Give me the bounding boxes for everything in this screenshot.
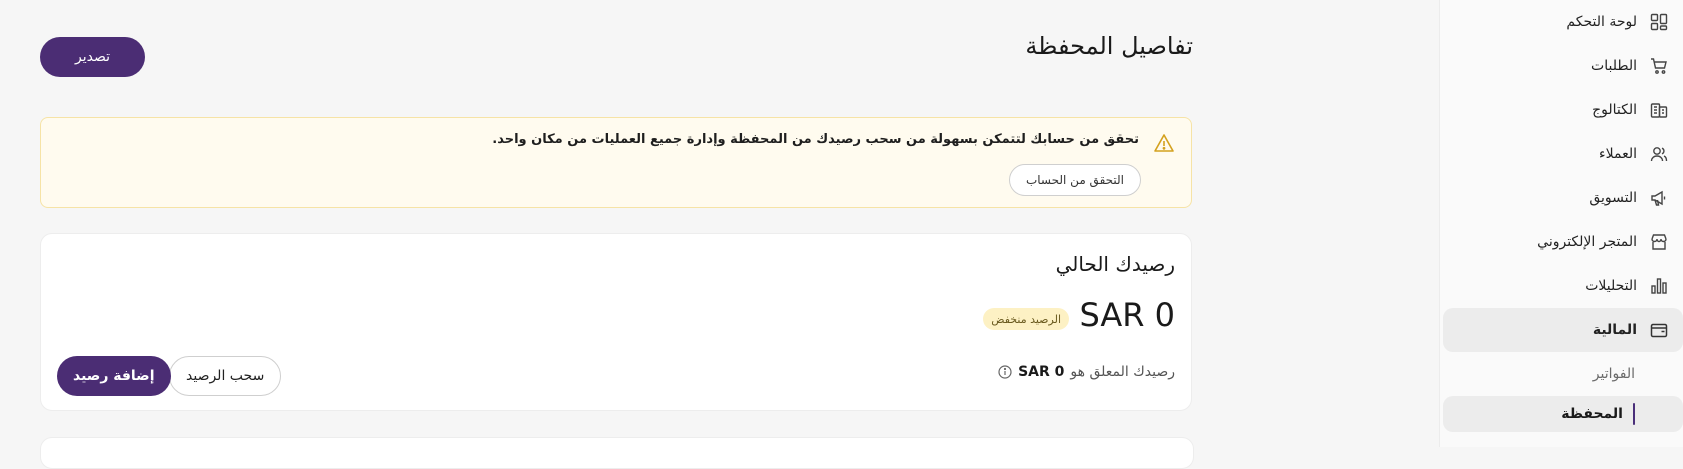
pending-label: رصيدك المعلق هو: [1070, 364, 1175, 380]
bar-chart-icon: [1649, 276, 1669, 296]
sidebar-subitem-label: الفواتير: [1592, 366, 1635, 382]
add-balance-button[interactable]: إضافة رصيد: [57, 356, 171, 396]
pending-balance: رصيدك المعلق هو SAR 0: [998, 364, 1175, 380]
sidebar-item-customers[interactable]: العملاء: [1440, 132, 1683, 176]
megaphone-icon: [1649, 188, 1669, 208]
sidebar-item-finance[interactable]: المالية: [1443, 308, 1683, 352]
export-button[interactable]: تصدير: [40, 37, 145, 77]
active-indicator: [1633, 403, 1635, 425]
catalog-icon: [1649, 100, 1669, 120]
cart-icon: [1649, 56, 1669, 76]
sidebar-item-online-store[interactable]: المتجر الإلكتروني: [1440, 220, 1683, 264]
info-icon[interactable]: [998, 365, 1012, 379]
sidebar: لوحة التحكم الطلبات الكتالوج العملاء الت…: [1439, 0, 1683, 447]
low-balance-badge: الرصيد منخفض: [983, 308, 1069, 330]
alert-message: تحقق من حسابك لتتمكن بسهولة من سحب رصيدك…: [492, 132, 1139, 147]
balance-title: رصيدك الحالي: [1055, 252, 1175, 276]
sidebar-item-dashboard[interactable]: لوحة التحكم: [1440, 0, 1683, 44]
pending-amount: SAR 0: [1018, 364, 1065, 380]
sidebar-item-catalog[interactable]: الكتالوج: [1440, 88, 1683, 132]
sidebar-item-label: الكتالوج: [1592, 102, 1637, 118]
sidebar-subitem-label: المحفظة: [1561, 406, 1623, 422]
sidebar-item-label: المتجر الإلكتروني: [1537, 234, 1637, 250]
balance-card: رصيدك الحالي SAR 0 الرصيد منخفض رصيدك ال…: [40, 233, 1192, 411]
sidebar-item-analytics[interactable]: التحليلات: [1440, 264, 1683, 308]
sidebar-subitem-wallet[interactable]: المحفظة: [1443, 396, 1683, 432]
users-icon: [1649, 144, 1669, 164]
sidebar-item-label: الطلبات: [1591, 58, 1637, 74]
verify-account-button[interactable]: التحقق من الحساب: [1008, 164, 1141, 196]
store-icon: [1649, 232, 1669, 252]
sidebar-item-label: لوحة التحكم: [1566, 14, 1637, 30]
wallet-icon: [1649, 320, 1669, 340]
sidebar-subitem-invoices[interactable]: الفواتير: [1440, 356, 1683, 392]
dashboard-icon: [1649, 12, 1669, 32]
sidebar-item-label: المالية: [1592, 322, 1637, 338]
sidebar-item-label: العملاء: [1599, 146, 1637, 162]
page-title: تفاصيل المحفظة: [1025, 32, 1193, 60]
warning-icon: [1153, 132, 1175, 154]
withdraw-balance-button[interactable]: سحب الرصيد: [169, 356, 282, 396]
sidebar-item-orders[interactable]: الطلبات: [1440, 44, 1683, 88]
verification-alert: تحقق من حسابك لتتمكن بسهولة من سحب رصيدك…: [40, 117, 1192, 208]
balance-amount: SAR 0: [1079, 296, 1175, 334]
transactions-card: [40, 437, 1194, 469]
sidebar-item-label: التسويق: [1589, 190, 1637, 206]
sidebar-item-label: التحليلات: [1585, 278, 1637, 294]
sidebar-item-marketing[interactable]: التسويق: [1440, 176, 1683, 220]
